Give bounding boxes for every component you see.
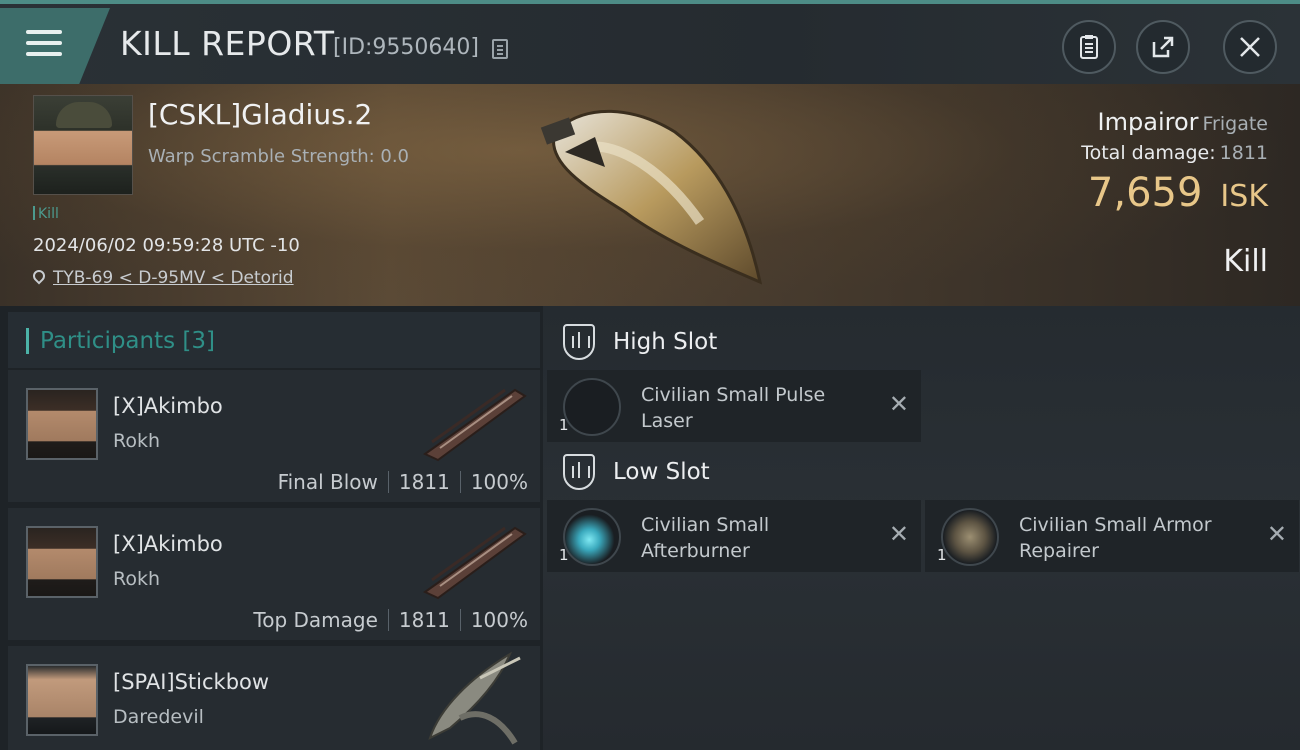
menu-button[interactable] bbox=[0, 8, 110, 84]
high-slot-title: High Slot bbox=[613, 329, 718, 355]
pulse-laser-icon bbox=[563, 378, 621, 436]
remove-icon[interactable]: ✕ bbox=[889, 520, 909, 548]
header-bar: KILL REPORT [ID:9550640] bbox=[0, 0, 1300, 84]
module-quantity: 1 bbox=[559, 546, 569, 564]
isk-value: 7,659 ISK bbox=[1087, 170, 1268, 216]
fitting-panel: High Slot 1 Civilian Small Pulse Laser ✕… bbox=[543, 306, 1300, 750]
participant-ship: Rokh bbox=[113, 568, 161, 590]
victim-ship[interactable]: Impairor Frigate bbox=[1098, 108, 1268, 136]
participant-name: [X]Akimbo bbox=[113, 532, 223, 556]
report-id: [ID:9550640] bbox=[333, 35, 479, 60]
page-title: KILL REPORT bbox=[120, 24, 335, 63]
participants-header: Participants [3] bbox=[8, 312, 540, 368]
module-name: Civilian Small Afterburner bbox=[641, 514, 770, 562]
avatar[interactable] bbox=[26, 664, 98, 736]
menu-icon bbox=[26, 30, 62, 60]
victim-portrait[interactable] bbox=[33, 95, 133, 195]
high-slot-header: High Slot bbox=[563, 322, 717, 362]
kill-location[interactable]: TYB-69 < D-95MV < Detorid bbox=[30, 267, 294, 288]
module-name: Civilian Small Armor Repairer bbox=[1019, 514, 1212, 562]
module-quantity: 1 bbox=[937, 546, 947, 564]
close-icon bbox=[1240, 37, 1260, 57]
victim-name[interactable]: [CSKL]Gladius.2 bbox=[148, 98, 372, 131]
warp-scramble-strength: Warp Scramble Strength: 0.0 bbox=[148, 146, 410, 167]
participant-row[interactable]: [X]Akimbo Rokh Top Damage 1811 100% bbox=[8, 508, 540, 640]
participants-panel: Participants [3] [X]Akimbo Rokh Final Bl… bbox=[0, 306, 543, 750]
share-icon bbox=[1152, 36, 1174, 58]
participant-stats: Top Damage 1811 100% bbox=[253, 608, 528, 632]
participant-ship-image bbox=[423, 526, 527, 600]
armor-repairer-icon bbox=[941, 508, 999, 566]
kill-result: Kill bbox=[1223, 244, 1268, 279]
module-item[interactable]: 1 Civilian Small Armor Repairer ✕ bbox=[925, 500, 1299, 572]
participant-row[interactable]: [SPAI]Stickbow Daredevil bbox=[8, 646, 540, 750]
remove-icon[interactable]: ✕ bbox=[889, 390, 909, 418]
participant-ship: Rokh bbox=[113, 430, 161, 452]
total-damage: Total damage: 1811 bbox=[1081, 142, 1268, 164]
participant-ship-image bbox=[423, 388, 527, 462]
participant-name: [X]Akimbo bbox=[113, 394, 223, 418]
module-name: Civilian Small Pulse Laser bbox=[641, 384, 826, 432]
participant-name: [SPAI]Stickbow bbox=[113, 670, 270, 694]
avatar[interactable] bbox=[26, 388, 98, 460]
copy-icon[interactable] bbox=[492, 39, 508, 59]
close-button[interactable] bbox=[1223, 20, 1277, 74]
low-slot-header: Low Slot bbox=[563, 452, 710, 492]
module-quantity: 1 bbox=[559, 416, 569, 434]
participant-row[interactable]: [X]Akimbo Rokh Final Blow 1811 100% bbox=[8, 370, 540, 502]
kill-tag: Kill bbox=[33, 206, 59, 222]
low-slot-title: Low Slot bbox=[613, 459, 710, 485]
share-button[interactable] bbox=[1136, 20, 1190, 74]
location-link[interactable]: TYB-69 < D-95MV < Detorid bbox=[53, 268, 294, 288]
victim-banner: [CSKL]Gladius.2 Warp Scramble Strength: … bbox=[0, 84, 1300, 306]
module-item[interactable]: 1 Civilian Small Pulse Laser ✕ bbox=[547, 370, 921, 442]
remove-icon[interactable]: ✕ bbox=[1267, 520, 1287, 548]
location-pin-icon bbox=[30, 267, 48, 285]
participant-ship-image bbox=[428, 651, 521, 745]
kill-datetime: 2024/06/02 09:59:28 UTC -10 bbox=[33, 235, 300, 256]
victim-ship-image bbox=[540, 109, 763, 285]
slot-shield-icon bbox=[563, 324, 595, 360]
avatar[interactable] bbox=[26, 526, 98, 598]
participant-stats: Final Blow 1811 100% bbox=[277, 470, 528, 494]
slot-shield-icon bbox=[563, 454, 595, 490]
clipboard-button[interactable] bbox=[1062, 20, 1116, 74]
afterburner-icon bbox=[563, 508, 621, 566]
participants-title: Participants [3] bbox=[40, 328, 216, 354]
module-item[interactable]: 1 Civilian Small Afterburner ✕ bbox=[547, 500, 921, 572]
clipboard-icon bbox=[1080, 35, 1098, 59]
participant-ship: Daredevil bbox=[113, 706, 204, 728]
